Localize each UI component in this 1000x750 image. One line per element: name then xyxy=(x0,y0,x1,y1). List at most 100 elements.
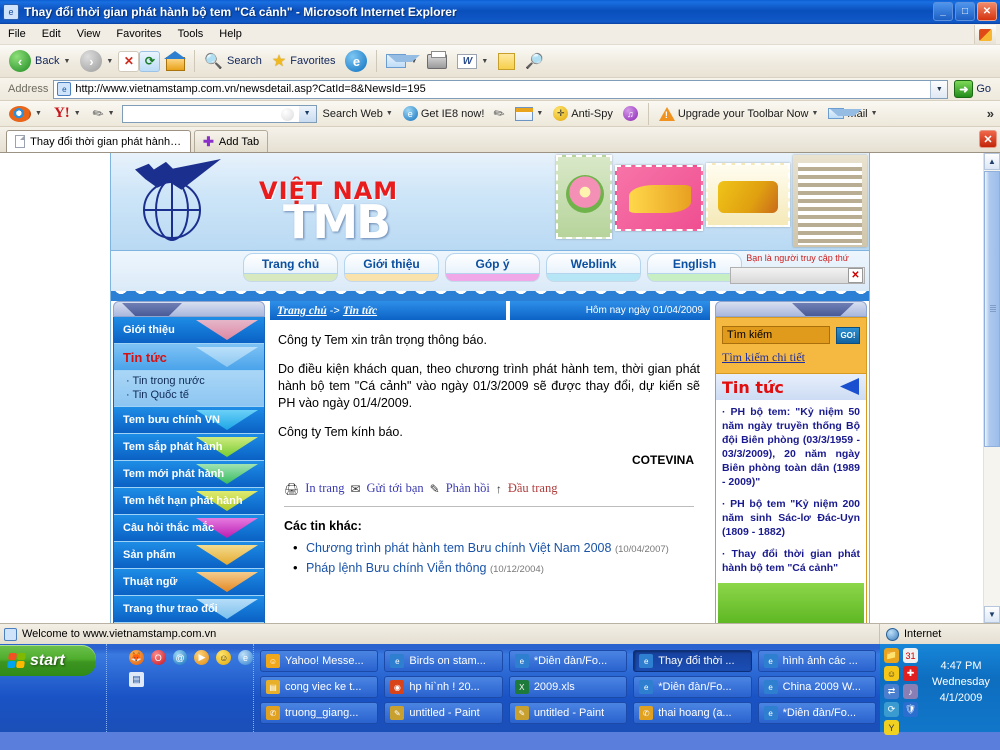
yahoo-search-input[interactable]: ▼ xyxy=(121,104,317,123)
folder-icon[interactable]: 📁 xyxy=(884,648,899,663)
search-web-button[interactable]: Search Web ▼ xyxy=(319,108,397,120)
sidebar-item-tem-buu-chinh-vn[interactable]: Tem bưu chính VN xyxy=(114,407,264,434)
stop-icon[interactable]: ✕ xyxy=(118,50,140,72)
tab-close-button[interactable]: ✕ xyxy=(979,130,997,148)
other-news-link[interactable]: Chương trình phát hành tem Bưu chính Việ… xyxy=(306,541,611,555)
news-item[interactable]: · Thay đổi thời gian phát hành bộ tem "C… xyxy=(722,547,860,575)
chevron-down-icon[interactable]: ▼ xyxy=(298,105,316,122)
sidebar-item-tem-moi-phat-hanh[interactable]: Tem mới phát hành xyxy=(114,461,264,488)
search-input[interactable]: Tìm kiếm xyxy=(722,326,830,344)
favorites-button[interactable]: ★ Favorites xyxy=(267,49,341,73)
yahoo-tray-icon[interactable]: Y xyxy=(884,720,899,735)
address-dropdown-icon[interactable]: ▼ xyxy=(930,80,948,98)
menu-view-button[interactable]: ▼ xyxy=(511,106,547,121)
highlight-button[interactable]: ✎ xyxy=(490,104,509,123)
yahoo-mail-button[interactable]: Mail ▼ xyxy=(824,108,881,120)
toolbar-overflow-button[interactable]: » xyxy=(987,106,994,121)
scroll-down-button[interactable]: ▼ xyxy=(984,606,1000,623)
messenger-icon[interactable]: ☺ xyxy=(884,666,899,681)
yahoo-pencil-button[interactable]: ✎ ▼ xyxy=(88,104,120,124)
nav-item-weblink[interactable]: Weblink xyxy=(546,253,641,282)
task-button[interactable]: ✎ untitled - Paint xyxy=(508,702,628,724)
nav-item-trang-chu[interactable]: Trang chủ xyxy=(243,253,338,282)
browser-icon[interactable]: @ xyxy=(172,650,188,665)
opera-icon[interactable]: O xyxy=(150,650,166,665)
print-button[interactable] xyxy=(422,50,452,71)
taskbar-clock[interactable]: 4:47 PM Wednesday 4/1/2009 xyxy=(922,648,1000,706)
window-title-bar[interactable]: e Thay đổi thời gian phát hành bộ tem "C… xyxy=(0,0,1000,24)
start-button[interactable]: start xyxy=(0,645,96,676)
menu-favorites[interactable]: Favorites xyxy=(108,26,169,42)
task-button[interactable]: ☺ Yahoo! Messe... xyxy=(260,650,379,672)
yahoo-search-field[interactable] xyxy=(122,107,283,120)
news-item[interactable]: · PH bộ tem "Kỷ niệm 200 năm sinh Sác-lơ… xyxy=(722,497,860,539)
home-button[interactable] xyxy=(160,50,190,72)
scroll-up-button[interactable]: ▲ xyxy=(984,153,1000,170)
breadcrumb-home-link[interactable]: Trang chủ xyxy=(277,305,327,317)
yahoo-eye-button[interactable]: ▼ xyxy=(4,104,47,124)
music-button[interactable]: ♫ xyxy=(619,106,642,121)
media-button[interactable]: e xyxy=(340,48,372,74)
tab-active[interactable]: Thay đổi thời gian phát hành bộ ... xyxy=(6,130,191,152)
forward-button[interactable]: › ▼ xyxy=(75,48,118,74)
add-tab-button[interactable]: ✚ Add Tab xyxy=(194,130,269,152)
sidebar-item-tin-tuc[interactable]: Tin tức xyxy=(114,344,264,371)
calendar-icon[interactable]: 31 xyxy=(903,648,918,663)
refresh-icon[interactable]: ⟳ xyxy=(139,50,161,72)
mail-button[interactable]: ▼ xyxy=(381,52,422,70)
show-desktop-icon[interactable]: ▤ xyxy=(129,672,144,687)
sidebar-item-trang-thu-trao-doi[interactable]: Trang thư trao đổi xyxy=(114,596,264,623)
internet-explorer-icon[interactable]: e xyxy=(238,650,253,665)
sidebar-item-san-pham[interactable]: Sản phẩm xyxy=(114,542,264,569)
task-button[interactable]: X 2009.xls xyxy=(508,676,628,698)
nav-item-gioi-thieu[interactable]: Giới thiệu xyxy=(344,253,439,282)
edit-word-button[interactable]: W ▼ xyxy=(452,52,493,71)
get-ie8-button[interactable]: e Get IE8 now! xyxy=(399,106,489,121)
antivirus-icon[interactable]: 🛡 xyxy=(903,702,918,717)
task-button[interactable]: e *Diễn đàn/Fo... xyxy=(633,676,752,698)
task-button[interactable]: ✆ thai hoang (a... xyxy=(633,702,752,724)
media-player-icon[interactable]: ▶ xyxy=(194,650,210,665)
back-to-top-link[interactable]: Đầu trang xyxy=(508,481,558,496)
upgrade-toolbar-button[interactable]: Upgrade your Toolbar Now ▼ xyxy=(655,106,823,121)
update-icon[interactable]: ⟳ xyxy=(884,702,899,717)
task-button[interactable]: e *Diễn đàn/Fo... xyxy=(508,650,628,672)
news-item[interactable]: · PH bộ tem: "Kỷ niệm 50 năm ngày truyền… xyxy=(722,405,860,489)
task-button[interactable]: ✎ untitled - Paint xyxy=(384,702,503,724)
volume-icon[interactable]: ♪ xyxy=(903,684,918,699)
network-icon[interactable]: ⇄ xyxy=(884,684,899,699)
sidebar-item-cau-hoi-thac-mac[interactable]: Câu hỏi thắc mắc xyxy=(114,515,264,542)
task-button[interactable]: e Birds on stam... xyxy=(384,650,503,672)
menu-edit[interactable]: Edit xyxy=(34,26,69,42)
task-button[interactable]: e *Diễn đàn/Fo... xyxy=(757,702,877,724)
menu-help[interactable]: Help xyxy=(211,26,250,42)
menu-tools[interactable]: Tools xyxy=(170,26,212,42)
sidebar-subitem-tin-trong-nuoc[interactable]: · Tin trong nước xyxy=(126,374,264,388)
task-button-active[interactable]: e Thay đổi thời ... xyxy=(633,650,752,672)
nav-item-gop-y[interactable]: Góp ý xyxy=(445,253,540,282)
nav-item-english[interactable]: English xyxy=(647,253,742,282)
menu-file[interactable]: File xyxy=(0,26,34,42)
breadcrumb-section-link[interactable]: Tin tức xyxy=(343,305,377,317)
maximize-button[interactable]: □ xyxy=(955,2,975,21)
sidebar-item-gioi-thieu[interactable]: Giới thiệu xyxy=(114,317,264,344)
address-input[interactable]: e http://www.vietnamstamp.com.vn/newsdet… xyxy=(53,79,949,99)
anti-spy-button[interactable]: ✛ Anti-Spy xyxy=(549,106,617,121)
sidebar-subitem-tin-quoc-te[interactable]: · Tin Quốc tế xyxy=(126,388,264,402)
advanced-search-link[interactable]: Tìm kiếm chi tiết xyxy=(722,350,860,365)
task-button[interactable]: ◉ hp hi`nh ! 20... xyxy=(384,676,503,698)
task-button[interactable]: ▤ cong viec ke t... xyxy=(260,676,379,698)
close-button[interactable]: ✕ xyxy=(977,2,997,21)
go-button[interactable]: ➜ Go xyxy=(948,80,997,98)
minimize-button[interactable]: _ xyxy=(933,2,953,21)
task-button[interactable]: ✆ truong_giang... xyxy=(260,702,379,724)
print-page-link[interactable]: In trang xyxy=(305,481,344,496)
sidebar-item-tem-sap-phat-hanh[interactable]: Tem sắp phát hành xyxy=(114,434,264,461)
yahoo-logo-button[interactable]: Y! ▼ xyxy=(49,103,86,124)
task-button[interactable]: e hình ảnh các ... xyxy=(757,650,877,672)
task-button[interactable]: e China 2009 W... xyxy=(757,676,877,698)
research-button[interactable]: 🔎 xyxy=(520,50,549,72)
other-news-link[interactable]: Pháp lệnh Bưu chính Viễn thông xyxy=(306,561,487,575)
menu-view[interactable]: View xyxy=(69,26,109,42)
sidebar-item-tem-het-han-phat-hanh[interactable]: Tem hết hạn phát hành xyxy=(114,488,264,515)
